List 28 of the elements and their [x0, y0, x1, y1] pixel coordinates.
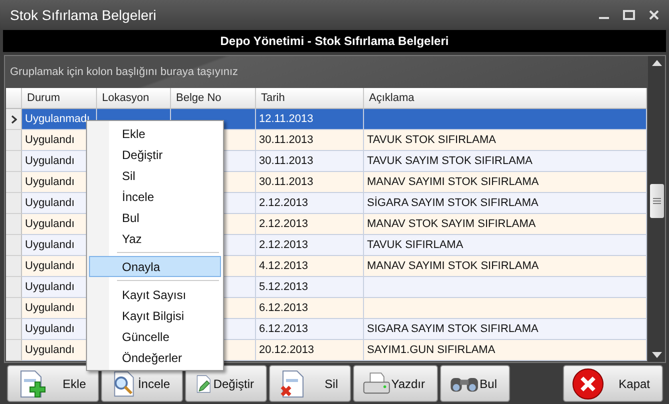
- column-header[interactable]: Belge No: [171, 88, 256, 109]
- find-button[interactable]: Bul: [440, 365, 510, 402]
- scroll-up-icon[interactable]: [652, 60, 662, 66]
- close-icon[interactable]: [649, 10, 659, 20]
- column-header[interactable]: Tarih: [256, 88, 364, 109]
- group-hint: Gruplamak için kolon başlığını buraya taşıyınız: [10, 66, 238, 78]
- maximize-icon[interactable]: [623, 10, 635, 20]
- menu-item[interactable]: Onayla: [89, 256, 221, 277]
- scrollbar[interactable]: [648, 56, 665, 362]
- table-row[interactable]: Uygulanmadı 12.11.2013: [6, 109, 647, 130]
- scroll-thumb[interactable]: [650, 184, 664, 218]
- column-header[interactable]: Durum: [22, 88, 97, 109]
- column-header-corner: [6, 88, 22, 109]
- print-button[interactable]: Yazdır: [353, 365, 438, 402]
- table-cell: SAYIM1.GUN SIFIRLAMA: [364, 340, 647, 361]
- window-title: Stok Sıfırlama Belgeleri: [10, 7, 158, 23]
- column-header[interactable]: Açıklama: [364, 88, 647, 109]
- edit-button[interactable]: Değiştir: [185, 365, 267, 402]
- current-row-icon: [10, 114, 16, 124]
- close-icon: [572, 368, 604, 400]
- column-header[interactable]: Lokasyon: [97, 88, 171, 109]
- header-title: Depo Yönetimi - Stok Sıfırlama Belgeleri: [220, 34, 449, 48]
- add-button[interactable]: Ekle: [7, 365, 99, 402]
- row-indicator[interactable]: [6, 109, 22, 130]
- delete-button[interactable]: Sil: [269, 365, 351, 402]
- table-cell: 20.12.2013: [256, 340, 364, 361]
- close-button[interactable]: Kapat: [563, 365, 663, 402]
- scroll-down-icon[interactable]: [652, 352, 662, 358]
